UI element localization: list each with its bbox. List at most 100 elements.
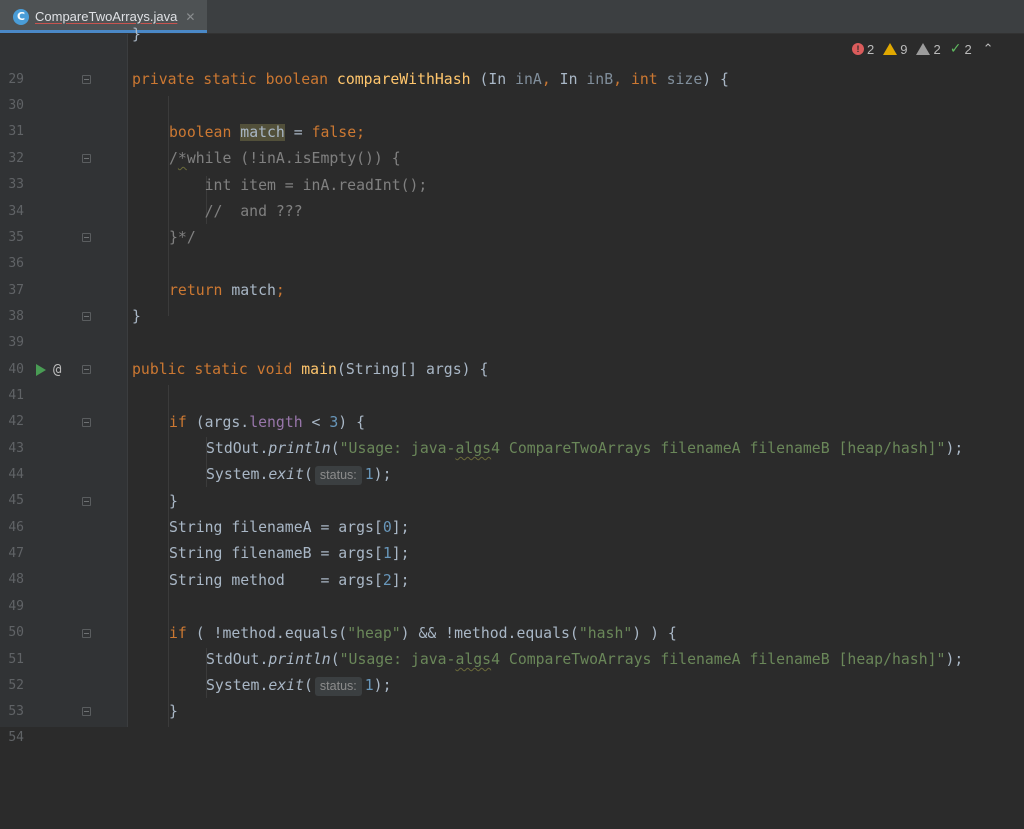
token: exit bbox=[268, 677, 304, 694]
code-line: 41 @ public static void main(String[] ar… bbox=[0, 357, 1024, 403]
code-text: return match; bbox=[169, 278, 285, 304]
annotation-at-icon[interactable]: @ bbox=[53, 357, 61, 383]
token: boolean bbox=[169, 124, 241, 141]
fold-marker-icon[interactable] bbox=[82, 365, 91, 374]
token: ) { bbox=[338, 414, 366, 431]
code-text: System.exit(status: 1); bbox=[206, 673, 392, 699]
code-line: 33 /*while (!inA.isEmpty()) { bbox=[0, 146, 1024, 192]
code-line: 50 bbox=[0, 594, 1024, 640]
code-line: 40 bbox=[0, 331, 1024, 377]
code-text: String filenameA = args[0]; bbox=[169, 515, 410, 541]
code-line: 37 bbox=[0, 252, 1024, 298]
run-icon[interactable] bbox=[36, 364, 46, 376]
token: , bbox=[541, 71, 560, 88]
editor-tab-bar: C CompareTwoArrays.java ✕ bbox=[0, 0, 1024, 34]
token: ) { bbox=[702, 71, 729, 88]
code-text: /*while (!inA.isEmpty()) { bbox=[169, 146, 401, 172]
code-text: private static boolean compareWithHash (… bbox=[132, 67, 729, 93]
code-editor[interactable]: 29 } 30 private static boolean compareWi… bbox=[0, 26, 1024, 745]
code-text: // and ??? bbox=[169, 203, 303, 220]
code-line: 29 } bbox=[0, 26, 1024, 87]
file-tab[interactable]: C CompareTwoArrays.java ✕ bbox=[0, 0, 207, 33]
token: * bbox=[177, 150, 187, 167]
close-tab-icon[interactable]: ✕ bbox=[185, 10, 195, 24]
code-text: }*/ bbox=[169, 229, 196, 246]
token: ( bbox=[304, 466, 313, 483]
token: 0 bbox=[382, 519, 392, 536]
token: 4 CompareTwoArrays filenameA filenameB [… bbox=[491, 440, 946, 457]
fold-marker-icon[interactable] bbox=[82, 233, 91, 242]
code-line: 45 System.exit(status: 1); bbox=[0, 462, 1024, 508]
token: 1 bbox=[364, 677, 374, 694]
token: length bbox=[249, 414, 303, 431]
token: 2 bbox=[382, 572, 392, 589]
token: (String[] args) { bbox=[336, 361, 489, 378]
code-line: 47 String filenameA = args[0]; bbox=[0, 515, 1024, 561]
token: inB bbox=[586, 71, 614, 88]
code-text: } bbox=[132, 308, 141, 325]
token: ( bbox=[330, 651, 340, 668]
code-line: 51 if ( !method.equals("heap") && !metho… bbox=[0, 621, 1024, 667]
token: println bbox=[268, 651, 331, 668]
fold-marker-icon[interactable] bbox=[82, 497, 91, 506]
token: compareWithHash bbox=[336, 71, 471, 88]
token: String method = args[ bbox=[169, 572, 383, 589]
code-text: StdOut.println("Usage: java-algs4 Compar… bbox=[206, 647, 963, 673]
token: int bbox=[630, 71, 667, 88]
code-line: 44 StdOut.println("Usage: java-algs4 Com… bbox=[0, 436, 1024, 482]
token: 3 bbox=[329, 414, 339, 431]
token: ( bbox=[304, 677, 313, 694]
token: (In bbox=[470, 71, 516, 88]
code-line: 30 private static boolean compareWithHas… bbox=[0, 67, 1024, 113]
token: String filenameA = args[ bbox=[169, 519, 383, 536]
token: ); bbox=[373, 466, 392, 483]
code-line: 48 String filenameB = args[1]; bbox=[0, 541, 1024, 587]
token: match bbox=[231, 282, 276, 299]
code-text: } bbox=[132, 26, 141, 43]
token: return bbox=[169, 282, 232, 299]
code-line: 31 bbox=[0, 93, 1024, 139]
code-line: 42 bbox=[0, 383, 1024, 429]
token: false; bbox=[311, 124, 366, 141]
code-line: 36 }*/ bbox=[0, 225, 1024, 271]
token: ) && !method.equals( bbox=[400, 625, 579, 642]
token: "heap" bbox=[347, 625, 401, 642]
token: private static boolean bbox=[132, 71, 337, 88]
token: algs bbox=[455, 440, 492, 457]
fold-marker-icon[interactable] bbox=[82, 629, 91, 638]
token: while (!inA.isEmpty()) { bbox=[186, 150, 401, 167]
token: In bbox=[559, 71, 587, 88]
token: ( !method.equals( bbox=[195, 625, 348, 642]
token: ) ) { bbox=[632, 625, 677, 642]
token: "Usage: java- bbox=[339, 440, 456, 457]
token: "Usage: java- bbox=[339, 651, 456, 668]
code-line: 52 StdOut.println("Usage: java-algs4 Com… bbox=[0, 647, 1024, 693]
file-tab-label[interactable]: CompareTwoArrays.java bbox=[35, 9, 177, 24]
fold-marker-icon[interactable] bbox=[82, 312, 91, 321]
token: System. bbox=[206, 677, 269, 694]
code-text: boolean match = false; bbox=[169, 120, 365, 146]
code-text: String method = args[2]; bbox=[169, 568, 410, 594]
token: ); bbox=[373, 677, 392, 694]
code-line: 43 if (args.length < 3) { bbox=[0, 410, 1024, 456]
token: ); bbox=[945, 440, 964, 457]
token: ( bbox=[330, 440, 340, 457]
code-line: 32 boolean match = false; bbox=[0, 120, 1024, 166]
fold-marker-icon[interactable] bbox=[82, 75, 91, 84]
token: ]; bbox=[391, 519, 410, 536]
fold-marker-icon[interactable] bbox=[82, 418, 91, 427]
code-text: String filenameB = args[1]; bbox=[169, 541, 410, 567]
token: ; bbox=[275, 282, 285, 299]
token: if bbox=[169, 414, 196, 431]
code-line: 34 int item = inA.readInt(); bbox=[0, 173, 1024, 219]
code-line: 53 System.exit(status: 1); bbox=[0, 673, 1024, 719]
token: ); bbox=[945, 651, 964, 668]
token: = bbox=[284, 124, 312, 141]
token: / bbox=[169, 150, 178, 167]
token: size bbox=[666, 71, 703, 88]
token: algs bbox=[455, 651, 492, 668]
fold-marker-icon[interactable] bbox=[82, 154, 91, 163]
token: inA bbox=[515, 71, 542, 88]
fold-marker-icon[interactable] bbox=[82, 707, 91, 716]
token: main bbox=[301, 361, 337, 378]
